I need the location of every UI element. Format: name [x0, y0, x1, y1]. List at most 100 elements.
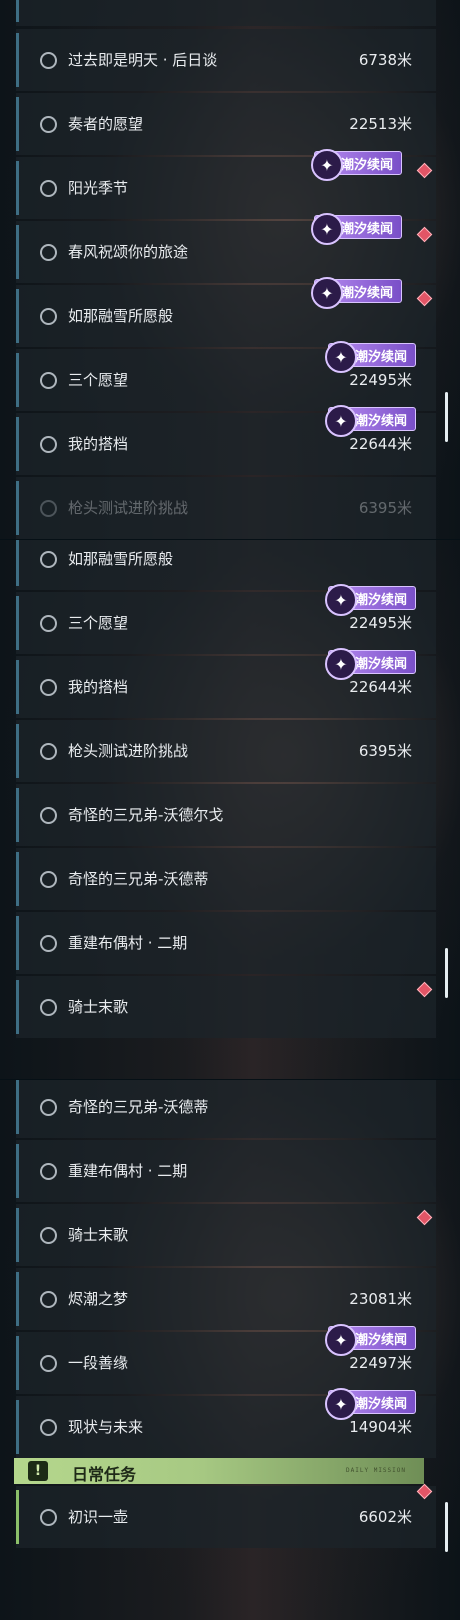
quest-row[interactable]: 奇怪的三兄弟-沃德蒂 — [16, 848, 436, 910]
quest-title: 我的搭档 — [68, 435, 129, 453]
tide-swirl-icon: ✦ — [310, 213, 343, 245]
quest-row-partial-top[interactable] — [16, 0, 436, 26]
quest-row[interactable]: 枪头测试进阶挑战 6395米 — [16, 720, 436, 782]
new-marker-diamond-icon — [416, 226, 433, 243]
quest-row[interactable]: ✦ 潮汐续闻 阳光季节 — [16, 149, 436, 219]
quest-row[interactable]: 过去即是明天 · 后日谈 6738米 — [16, 29, 436, 91]
tide-story-badge: ✦ 潮汐续闻 — [310, 149, 402, 181]
quest-distance: 6395米 — [358, 742, 412, 760]
quest-title: 骑士末歌 — [68, 1226, 129, 1244]
status-circle-icon — [40, 1291, 57, 1308]
tide-story-badge: ✦ 潮汐续闻 — [324, 405, 416, 437]
status-circle-icon — [40, 935, 57, 952]
quest-title: 初识一壶 — [68, 1508, 129, 1526]
quest-distance: 22495米 — [349, 371, 412, 389]
quest-distance: 22644米 — [349, 435, 412, 453]
status-circle-icon — [40, 244, 57, 261]
quest-title: 一段善缘 — [68, 1354, 129, 1372]
quest-row[interactable]: 奏者的愿望 22513米 — [16, 93, 436, 155]
quest-title: 三个愿望 — [68, 371, 129, 389]
quest-row[interactable]: ✦ 潮汐续闻 三个愿望 22495米 — [16, 584, 436, 654]
quest-row[interactable]: 如那融雪所愿般 — [16, 540, 436, 590]
status-circle-icon — [40, 807, 57, 824]
status-circle-icon — [40, 679, 57, 696]
quest-distance: 22644米 — [349, 678, 412, 696]
quest-title: 现状与未来 — [68, 1418, 144, 1436]
quest-row[interactable]: 奇怪的三兄弟-沃德蒂 — [16, 1080, 436, 1138]
quest-row[interactable]: 初识一壶 6602米 — [16, 1483, 436, 1548]
quest-title: 重建布偶村 · 二期 — [68, 934, 188, 952]
status-circle-icon — [40, 551, 57, 568]
quest-row[interactable]: 重建布偶村 · 二期 — [16, 912, 436, 974]
section-tag: DAILY MISSION — [346, 1467, 406, 1474]
tide-swirl-icon: ✦ — [310, 149, 343, 181]
quest-distance: 23081米 — [349, 1290, 412, 1308]
quest-title: 重建布偶村 · 二期 — [68, 1162, 188, 1180]
daily-mission-header[interactable]: ! 日常任务 DAILY MISSION — [14, 1458, 424, 1484]
quest-row-partial[interactable]: 枪头测试进阶挑战 6395米 — [16, 477, 436, 539]
new-marker-diamond-icon — [416, 1209, 433, 1226]
tide-story-badge: ✦ 潮汐续闻 — [310, 277, 402, 309]
tide-swirl-icon: ✦ — [310, 277, 343, 309]
section-title: 日常任务 — [72, 1465, 137, 1484]
tide-story-badge: ✦ 潮汐续闻 — [324, 584, 416, 616]
quest-title: 骑士末歌 — [68, 998, 129, 1016]
quest-title: 阳光季节 — [68, 179, 129, 197]
quest-distance: 14904米 — [349, 1418, 412, 1436]
status-circle-icon — [40, 52, 57, 69]
quest-title: 三个愿望 — [68, 614, 129, 632]
status-circle-icon — [40, 1099, 57, 1116]
tide-story-badge: ✦ 潮汐续闻 — [324, 1324, 416, 1356]
quest-title: 奇怪的三兄弟-沃德蒂 — [68, 870, 209, 888]
new-marker-diamond-icon — [416, 1483, 433, 1500]
quest-distance: 22497米 — [349, 1354, 412, 1372]
quest-row[interactable]: ✦ 潮汐续闻 现状与未来 14904米 — [16, 1388, 436, 1458]
quest-distance: 6602米 — [358, 1508, 412, 1526]
quest-row[interactable]: ✦ 潮汐续闻 如那融雪所愿般 — [16, 277, 436, 347]
quest-row[interactable]: 骑士末歌 — [16, 976, 436, 1038]
quest-distance: 22513米 — [349, 115, 412, 133]
status-circle-icon — [40, 1509, 57, 1526]
quest-distance: 6395米 — [358, 499, 412, 517]
quest-title: 奏者的愿望 — [68, 115, 144, 133]
status-circle-icon — [40, 1419, 57, 1436]
quest-row[interactable]: ✦ 潮汐续闻 我的搭档 22644米 — [16, 405, 436, 475]
tide-story-badge: ✦ 潮汐续闻 — [324, 648, 416, 680]
status-circle-icon — [40, 308, 57, 325]
quest-title: 烬潮之梦 — [68, 1290, 129, 1308]
quest-list-panel-3: 奇怪的三兄弟-沃德蒂 重建布偶村 · 二期 骑士末歌 烬潮之梦 23081米 ✦… — [0, 1080, 460, 1620]
new-marker-diamond-icon — [416, 290, 433, 307]
status-circle-icon — [40, 999, 57, 1016]
status-circle-icon — [40, 180, 57, 197]
quest-title: 过去即是明天 · 后日谈 — [68, 51, 218, 69]
tide-story-badge: ✦ 潮汐续闻 — [310, 213, 402, 245]
quest-list-panel-2: 如那融雪所愿般 ✦ 潮汐续闻 三个愿望 22495米 ✦ 潮汐续闻 我的搭档 226… — [0, 540, 460, 1080]
tide-story-badge: ✦ 潮汐续闻 — [324, 341, 416, 373]
status-circle-icon — [40, 1227, 57, 1244]
quest-title: 枪头测试进阶挑战 — [68, 499, 189, 517]
quest-row[interactable]: ✦ 潮汐续闻 春风祝颂你的旅途 — [16, 213, 436, 283]
quest-row[interactable]: 骑士末歌 — [16, 1204, 436, 1266]
scrollbar-thumb[interactable] — [445, 392, 448, 442]
status-circle-icon — [40, 1355, 57, 1372]
quest-row[interactable]: 奇怪的三兄弟-沃德尔戈 — [16, 784, 436, 846]
quest-title: 奇怪的三兄弟-沃德蒂 — [68, 1098, 209, 1116]
quest-title: 春风祝颂你的旅途 — [68, 243, 189, 261]
quest-distance: 6738米 — [358, 51, 412, 69]
status-circle-icon — [40, 500, 57, 517]
new-marker-diamond-icon — [416, 162, 433, 179]
quest-title: 奇怪的三兄弟-沃德尔戈 — [68, 806, 224, 824]
scrollbar-thumb[interactable] — [445, 948, 448, 998]
quest-row[interactable]: ✦ 潮汐续闻 三个愿望 22495米 — [16, 341, 436, 411]
quest-row[interactable]: 重建布偶村 · 二期 — [16, 1140, 436, 1202]
scrollbar-thumb[interactable] — [445, 1502, 448, 1552]
status-circle-icon — [40, 743, 57, 760]
tide-story-badge: ✦ 潮汐续闻 — [324, 1388, 416, 1420]
quest-title: 如那融雪所愿般 — [68, 307, 174, 325]
quest-row[interactable]: ✦ 潮汐续闻 我的搭档 22644米 — [16, 648, 436, 718]
quest-list-panel-1: 过去即是明天 · 后日谈 6738米 奏者的愿望 22513米 ✦ 潮汐续闻 阳光… — [0, 0, 460, 540]
quest-title: 我的搭档 — [68, 678, 129, 696]
status-circle-icon — [40, 116, 57, 133]
quest-row[interactable]: ✦ 潮汐续闻 一段善缘 22497米 — [16, 1324, 436, 1394]
quest-row[interactable]: 烬潮之梦 23081米 — [16, 1268, 436, 1330]
